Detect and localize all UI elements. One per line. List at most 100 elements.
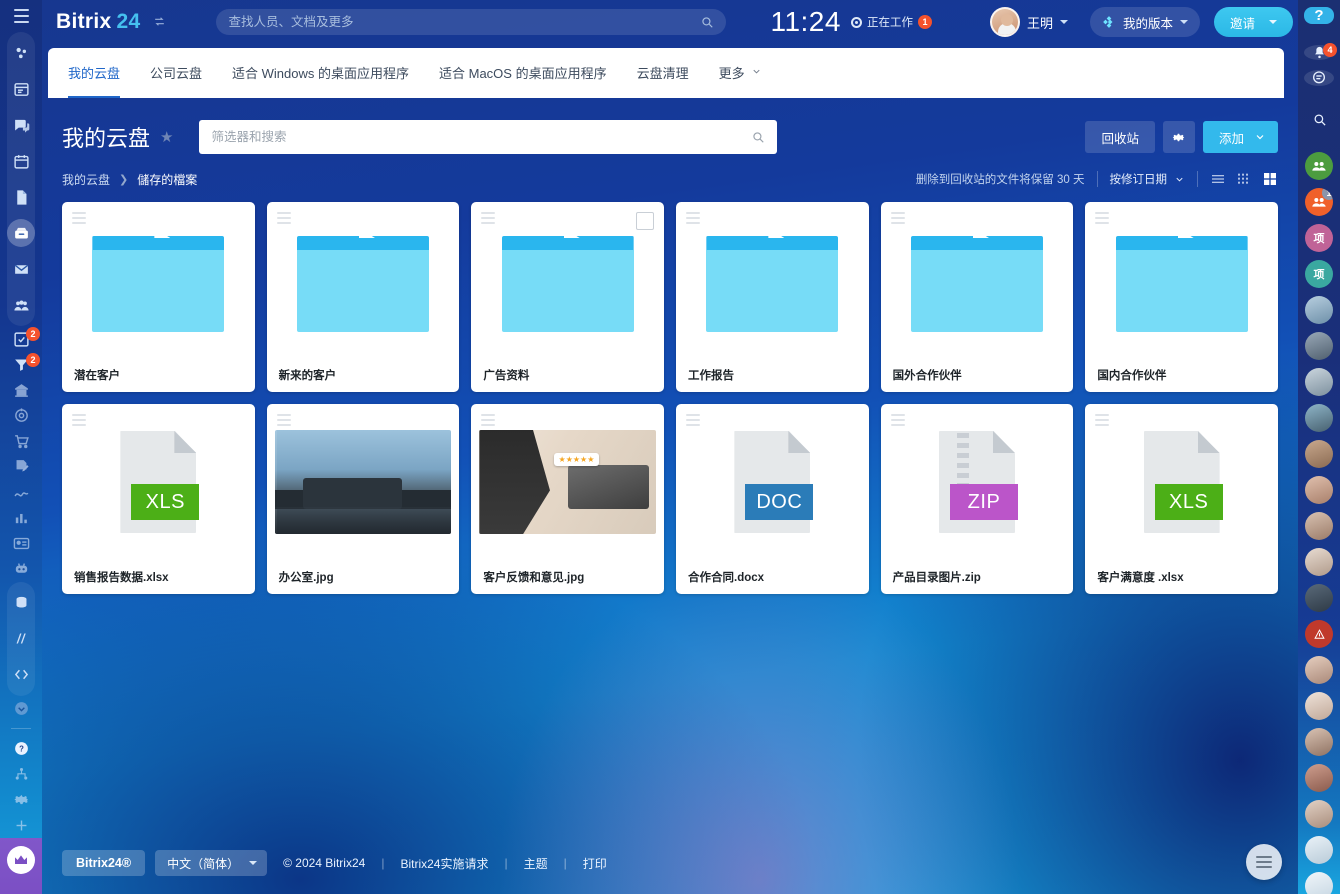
grid-item-folder[interactable]: 新来的客户 — [267, 202, 460, 392]
drag-handle-icon[interactable] — [686, 212, 700, 224]
group-avatar-green[interactable] — [1305, 152, 1333, 180]
user-avatar[interactable] — [1305, 476, 1333, 504]
settings-button[interactable] — [1163, 121, 1195, 153]
notifications-button[interactable]: 4 — [1304, 45, 1334, 60]
sidebar-item-drive[interactable] — [7, 219, 35, 247]
search-input[interactable] — [228, 15, 700, 29]
view-compact-tiles-button[interactable] — [1236, 171, 1252, 187]
sidebar-item-signature[interactable] — [7, 484, 35, 502]
sidebar-item-add[interactable] — [7, 817, 35, 835]
floating-menu-button[interactable] — [1246, 844, 1282, 880]
breadcrumb-root[interactable]: 我的云盘 — [62, 171, 110, 188]
sidebar-item-contact-center[interactable] — [7, 535, 35, 553]
sidebar-item-sites[interactable] — [7, 589, 35, 617]
avatar[interactable] — [990, 7, 1020, 37]
group-avatar-orange[interactable]: 1 — [1305, 188, 1333, 216]
user-avatar[interactable] — [1305, 512, 1333, 540]
user-avatar[interactable] — [1305, 872, 1333, 894]
drag-handle-icon[interactable] — [1095, 414, 1109, 426]
user-avatar[interactable] — [1305, 404, 1333, 432]
drag-handle-icon[interactable] — [1095, 212, 1109, 224]
footer-link-print[interactable]: 打印 — [583, 855, 607, 872]
sidebar-item-crm-contacts[interactable] — [7, 291, 35, 319]
user-avatar[interactable] — [1305, 584, 1333, 612]
grid-item-folder[interactable]: 国外合作伙伴 — [881, 202, 1074, 392]
footer-link-theme[interactable]: 主题 — [524, 855, 548, 872]
grid-item-file[interactable]: ZIP 产品目录图片.zip — [881, 404, 1074, 594]
sidebar-item-sign[interactable] — [7, 458, 35, 476]
version-button[interactable]: 我的版本 — [1090, 7, 1200, 37]
sidebar-item-collapse[interactable] — [7, 700, 35, 718]
sidebar-item-developer[interactable] — [7, 661, 35, 689]
menu-burger-icon[interactable] — [8, 8, 34, 24]
user-avatar[interactable] — [1305, 440, 1333, 468]
footer-logo[interactable]: Bitrix24® — [62, 850, 145, 876]
drag-handle-icon[interactable] — [72, 414, 86, 426]
global-search[interactable] — [216, 9, 726, 35]
sidebar-item-crm-funnel[interactable]: 2 — [7, 356, 35, 374]
grid-item-folder[interactable]: 工作报告 — [676, 202, 869, 392]
sidebar-item-mail[interactable] — [7, 255, 35, 283]
sidebar-item-company[interactable] — [7, 381, 35, 399]
invite-button[interactable]: 邀请 — [1214, 7, 1293, 37]
user-avatar[interactable] — [1305, 548, 1333, 576]
tab-windows-app[interactable]: 适合 Windows 的桌面应用程序 — [232, 48, 409, 98]
grid-item-file[interactable]: DOC 合作合同.docx — [676, 404, 869, 594]
sidebar-item-analytics[interactable] — [7, 509, 35, 527]
sidebar-item-copilot[interactable] — [7, 39, 35, 67]
project-avatar-teal[interactable]: 项 — [1305, 260, 1333, 288]
user-avatar[interactable] — [1305, 800, 1333, 828]
trash-button[interactable]: 回收站 — [1085, 121, 1155, 153]
drag-handle-icon[interactable] — [891, 212, 905, 224]
group-avatar-red[interactable] — [1305, 620, 1333, 648]
sidebar-item-market[interactable] — [7, 625, 35, 653]
grid-item-file[interactable]: XLS 销售报告数据.xlsx — [62, 404, 255, 594]
tab-company-drive[interactable]: 公司云盘 — [150, 48, 202, 98]
user-avatar[interactable] — [1305, 692, 1333, 720]
upgrade-banner[interactable] — [0, 838, 42, 894]
sidebar-item-marketing[interactable] — [7, 407, 35, 425]
user-avatar[interactable] — [1305, 656, 1333, 684]
grid-item-folder[interactable]: 潜在客户 — [62, 202, 255, 392]
tab-drive-cleanup[interactable]: 云盘清理 — [637, 48, 689, 98]
grid-item-image[interactable]: ★★★★★ 客户反馈和意见.jpg — [471, 404, 664, 594]
view-list-button[interactable] — [1210, 171, 1226, 187]
crown-icon[interactable] — [7, 846, 35, 874]
sidebar-item-documents[interactable] — [7, 183, 35, 211]
grid-item-folder[interactable]: 国内合作伙伴 — [1085, 202, 1278, 392]
messages-button[interactable] — [1304, 70, 1334, 86]
sidebar-item-help[interactable]: ? — [7, 740, 35, 758]
sidebar-item-chat[interactable] — [7, 111, 35, 139]
grid-item-file[interactable]: XLS 客户满意度 .xlsx — [1085, 404, 1278, 594]
drag-handle-icon[interactable] — [481, 212, 495, 224]
help-button[interactable]: ? — [1304, 7, 1334, 24]
drag-handle-icon[interactable] — [277, 414, 291, 426]
sidebar-item-settings[interactable] — [7, 791, 35, 809]
tab-my-drive[interactable]: 我的云盘 — [68, 48, 120, 98]
user-avatar[interactable] — [1305, 836, 1333, 864]
tab-macos-app[interactable]: 适合 MacOS 的桌面应用程序 — [439, 48, 607, 98]
drag-handle-icon[interactable] — [891, 414, 905, 426]
tab-more[interactable]: 更多 — [719, 48, 762, 98]
favorite-star-icon[interactable]: ★ — [160, 128, 173, 146]
add-button[interactable]: 添加 — [1203, 121, 1278, 153]
sort-control[interactable]: 按修订日期 — [1110, 171, 1186, 187]
sidebar-item-sitemap[interactable] — [7, 765, 35, 783]
sidebar-item-tasks[interactable]: 2 — [7, 330, 35, 348]
drag-handle-icon[interactable] — [72, 212, 86, 224]
user-avatar[interactable] — [1305, 368, 1333, 396]
grid-item-image[interactable]: 办公室.jpg — [267, 404, 460, 594]
sidebar-item-news[interactable] — [7, 75, 35, 103]
user-menu[interactable]: 王明 — [990, 7, 1068, 37]
user-avatar[interactable] — [1305, 296, 1333, 324]
user-avatar[interactable] — [1305, 332, 1333, 360]
app-logo[interactable]: Bitrix 24 — [56, 10, 166, 34]
filter-search[interactable] — [199, 120, 777, 154]
filter-input[interactable] — [211, 130, 751, 144]
drag-handle-icon[interactable] — [481, 414, 495, 426]
drag-handle-icon[interactable] — [686, 414, 700, 426]
project-avatar-pink[interactable]: 项 — [1305, 224, 1333, 252]
sidebar-item-calendar[interactable] — [7, 147, 35, 175]
select-checkbox[interactable] — [636, 212, 654, 230]
sidebar-item-automation[interactable] — [7, 560, 35, 578]
